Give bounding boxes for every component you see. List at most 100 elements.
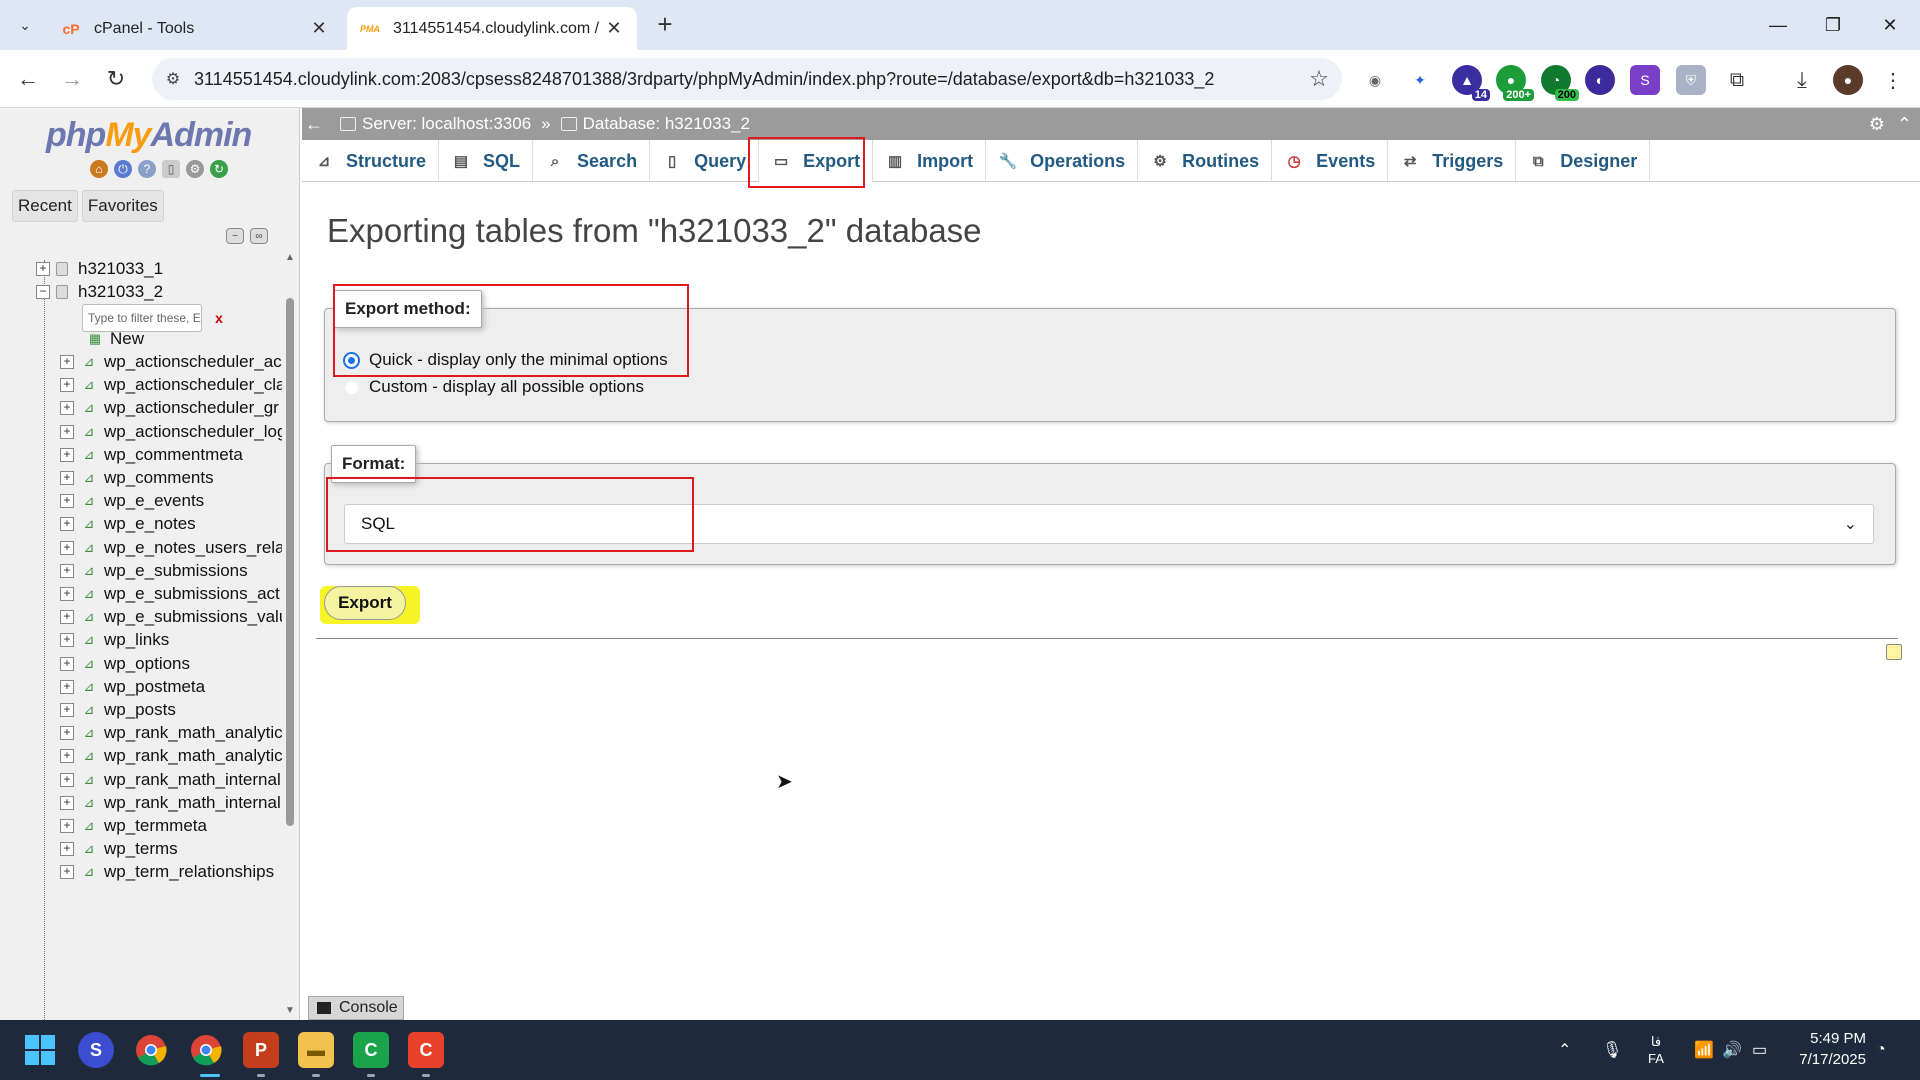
table-name[interactable]: wp_posts [104,700,176,720]
nav-scrollbar[interactable]: ▲ ▼ [282,248,298,1020]
table-name[interactable]: wp_commentmeta [104,445,243,465]
url-text[interactable]: 3114551454.cloudylink.com:2083/cpsess824… [194,69,1296,90]
console-tab[interactable]: Console [308,996,404,1020]
wifi-icon[interactable]: 📶 [1694,1020,1714,1080]
tree-table-item[interactable]: + ⊿ wp_comments [60,466,214,490]
expand-icon[interactable]: + [60,517,74,532]
browser-tab-cpanel[interactable]: cP cPanel - Tools ✕ [48,7,342,50]
tab-designer[interactable]: ⧉ Designer [1516,140,1651,182]
db-name[interactable]: h321033_1 [78,259,163,279]
table-name[interactable]: wp_rank_math_internal [104,793,281,813]
table-name[interactable]: wp_comments [104,468,214,488]
tab-structure[interactable]: ⊿ Structure [302,140,440,182]
extensions-puzzle-icon[interactable]: ⧉ [1722,65,1752,95]
tab-import[interactable]: ▥ Import [873,140,987,182]
reload-button[interactable]: ↻ [100,63,132,95]
camtasia-icon[interactable]: C [353,1032,389,1068]
tree-table-item[interactable]: + ⊿ wp_rank_math_internal [60,768,281,792]
bookmark-star-icon[interactable]: ☆ [1296,66,1342,92]
expand-icon[interactable]: + [60,355,74,369]
maximize-icon[interactable]: ⌃ [1897,114,1912,135]
tree-table-item[interactable]: + ⊿ wp_links [60,628,169,652]
shield-icon[interactable]: ⛨ [1676,65,1706,95]
sticky-note-icon[interactable] [1886,644,1902,660]
forward-button[interactable]: → [56,63,88,95]
export-button[interactable]: Export [324,586,406,620]
table-name[interactable]: wp_rank_math_internal [104,770,281,790]
back-button[interactable]: ← [12,63,44,95]
collapse-icon[interactable]: − [36,285,50,299]
collapse-nav-icon[interactable]: ← [302,114,326,135]
database-label[interactable]: Database: h321033_2 [583,114,750,134]
tab-search[interactable]: ⌕ Search [533,140,651,182]
tree-table-item[interactable]: + ⊿ wp_term_relationships [60,860,274,884]
expand-icon[interactable]: + [60,424,74,439]
expand-icon[interactable]: + [60,679,74,694]
help-icon[interactable]: ? [138,160,156,178]
new-tab-button[interactable]: + [650,10,680,40]
table-name[interactable]: wp_rank_math_analytic [104,746,282,766]
chrome-icon[interactable] [133,1032,169,1068]
app-s-icon[interactable]: S [78,1032,114,1068]
expand-icon[interactable]: + [60,494,74,509]
table-name[interactable]: wp_actionscheduler_log [104,422,282,442]
tab-operations[interactable]: 🔧 Operations [986,140,1139,182]
tree-table-item[interactable]: + ⊿ wp_rank_math_internal [60,791,281,815]
language-indicator[interactable]: فا FA [1648,1020,1664,1080]
volume-icon[interactable]: 🔊 [1722,1020,1742,1080]
shield-s-extension-icon[interactable]: S [1630,65,1660,95]
custom-export-option[interactable]: Custom - display all possible options [343,377,644,397]
tree-table-item[interactable]: + ⊿ wp_e_submissions [60,559,248,583]
address-bar[interactable]: ⚙ 3114551454.cloudylink.com:2083/cpsess8… [152,58,1342,100]
expand-icon[interactable]: + [60,726,74,741]
expand-icon[interactable]: + [60,772,74,787]
table-name[interactable]: wp_options [104,654,190,674]
expand-icon[interactable]: + [60,819,74,833]
home-icon[interactable]: ⌂ [90,160,108,178]
tree-table-item[interactable]: + ⊿ wp_commentmeta [60,443,243,467]
favorites-button[interactable]: Favorites [81,190,164,222]
chrome-profile-icon[interactable] [188,1032,224,1068]
minimize-window-icon[interactable]: — [1758,10,1798,40]
powerpoint-icon[interactable]: P [243,1032,279,1068]
browser-menu-icon[interactable]: ⋮ [1878,65,1908,95]
gauge-extension-icon[interactable]: ◔ 200 [1541,65,1579,101]
system-clock[interactable]: 5:49 PM 7/17/2025 [1799,1028,1866,1070]
server-label[interactable]: Server: localhost:3306 [362,114,531,134]
profile-avatar[interactable]: ● [1833,65,1863,95]
table-name[interactable]: wp_rank_math_analytic [104,723,282,743]
tree-table-item[interactable]: + ⊿ wp_actionscheduler_log [60,420,282,444]
custom-label[interactable]: Custom - display all possible options [369,377,644,397]
tree-table-item[interactable]: + ⊿ wp_terms [60,837,178,861]
tree-db-h321033-1[interactable]: + h321033_1 [36,257,163,281]
battery-icon[interactable]: ▭ [1752,1020,1767,1080]
table-name[interactable]: wp_term_relationships [104,862,274,882]
table-name[interactable]: wp_e_notes_users_rela [104,538,282,558]
tree-table-item[interactable]: + ⊿ wp_options [60,652,190,676]
green-extension-icon[interactable]: ● 200+ [1496,65,1534,101]
table-name[interactable]: wp_e_submissions_act [104,584,280,604]
tree-table-item[interactable]: + ⊿ wp_rank_math_analytic [60,721,282,745]
table-filter-input[interactable]: Type to filter these, E [82,304,202,332]
recorder-icon[interactable]: C [408,1032,444,1068]
expand-icon[interactable]: + [60,447,74,462]
table-name[interactable]: wp_e_submissions [104,561,248,581]
scroll-down-icon[interactable]: ▼ [285,1005,295,1016]
expand-icon[interactable]: + [60,865,74,880]
camera-icon[interactable]: ◉ [1360,65,1390,95]
tree-table-item[interactable]: + ⊿ wp_posts [60,698,176,722]
expand-icon[interactable]: + [60,471,74,485]
expand-icon[interactable]: + [60,563,74,578]
settings-gear-icon[interactable]: ⚙ [186,160,204,178]
expand-icon[interactable]: + [60,795,74,810]
expand-icon[interactable]: + [60,587,74,601]
clear-filter-button[interactable]: x [206,306,232,330]
tree-table-item[interactable]: + ⊿ wp_e_notes_users_rela [60,536,282,560]
breadcrumb-database[interactable]: Database: h321033_2 [560,114,750,134]
tree-table-item[interactable]: + ⊿ wp_actionscheduler_ac [60,350,282,374]
expand-icon[interactable]: + [60,633,74,648]
tree-table-item[interactable]: + ⊿ wp_rank_math_analytic [60,744,282,768]
expand-icon[interactable]: + [60,749,74,764]
tray-overflow-icon[interactable]: ⌃ [1558,1020,1571,1080]
site-info-icon[interactable]: ⚙ [152,69,194,89]
